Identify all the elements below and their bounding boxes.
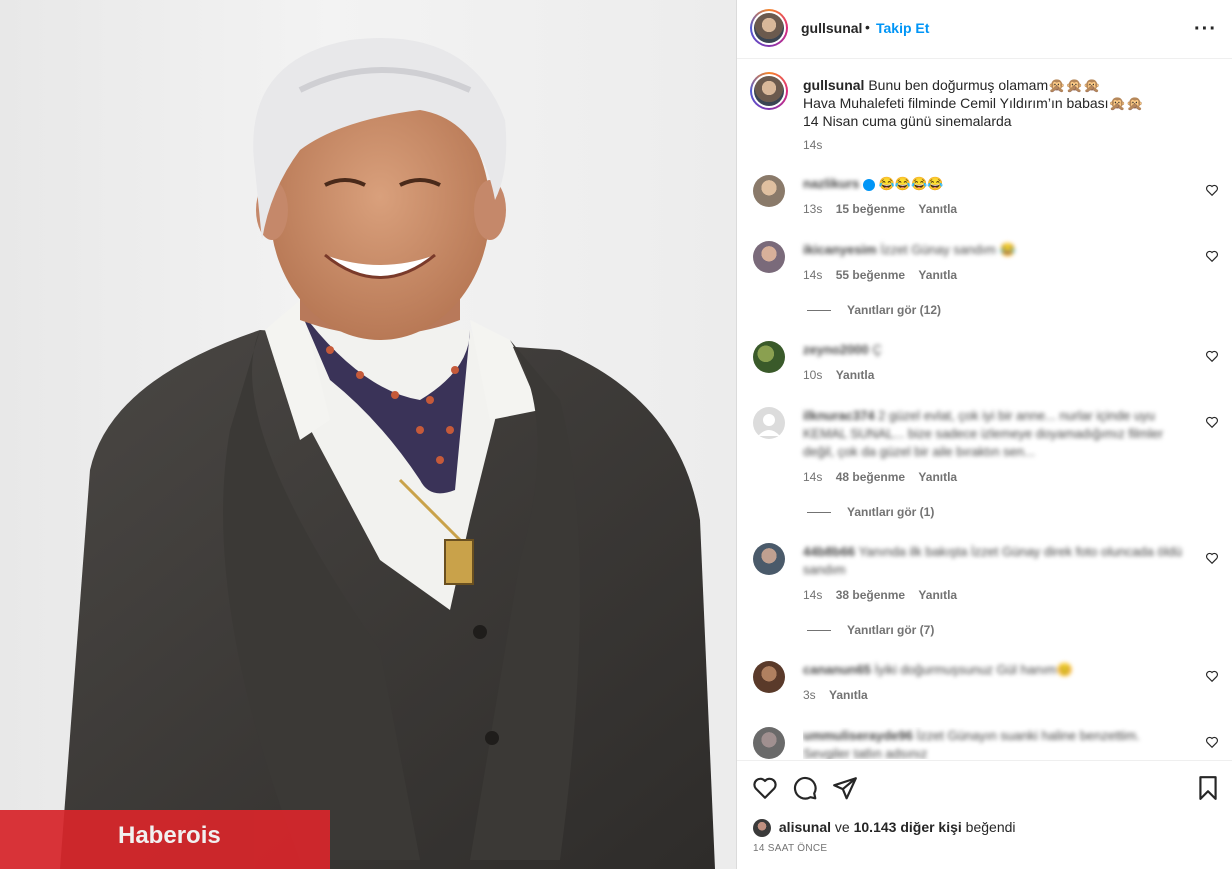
comment-avatar[interactable] xyxy=(753,241,785,273)
author-username[interactable]: gullsunal xyxy=(801,20,862,36)
comment-likes[interactable]: 48 beğenme xyxy=(836,470,905,484)
liker-avatar[interactable] xyxy=(753,819,771,838)
comment-username[interactable]: cananun65 xyxy=(803,662,871,677)
comment-like-heart-icon[interactable] xyxy=(1205,551,1219,565)
comment-time: 14s xyxy=(803,588,823,602)
comment-time: 13s xyxy=(803,202,823,216)
post-header: gullsunal • Takip Et ··· xyxy=(737,0,1232,59)
comment-item: ikicanyesim İzzet Günay sandım 😂 xyxy=(803,241,1183,259)
follow-button[interactable]: Takip Et xyxy=(876,20,929,36)
reply-button[interactable]: Yanıtla xyxy=(918,268,957,282)
comment-username[interactable]: ummuliserayde96 xyxy=(803,728,913,743)
comment-meta: 3s Yanıtla xyxy=(803,688,868,702)
liked-by-summary: alisunal ve 10.143 diğer kişi beğendi xyxy=(753,819,1016,838)
comment-text: İyiki doğurmuşsunuz Gül hanım😊 xyxy=(874,662,1073,677)
comment-meta: 14s 38 beğenme Yanıtla xyxy=(803,588,957,602)
post-photo xyxy=(0,0,736,869)
comment-avatar[interactable] xyxy=(753,175,785,207)
caption-line-1: Bunu ben doğurmuş olamam🙊🙊🙊 xyxy=(868,77,1101,93)
comment-avatar[interactable] xyxy=(753,727,785,759)
like-heart-icon[interactable] xyxy=(752,775,778,801)
header-separator: • xyxy=(865,19,870,35)
comment-username[interactable]: ilknurac374 xyxy=(803,408,875,423)
save-bookmark-icon[interactable] xyxy=(1195,775,1221,801)
comment-like-heart-icon[interactable] xyxy=(1205,415,1219,429)
comment-username[interactable]: nazlikurs xyxy=(803,176,859,191)
comment-item: ilknurac374 2 güzel evlat, çok iyi bir a… xyxy=(803,407,1183,461)
caption-time: 14s xyxy=(803,138,823,152)
caption-line-3: 14 Nisan cuma günü sinemalarda xyxy=(803,113,1012,129)
comment-time: 10s xyxy=(803,368,823,382)
comment-time: 14s xyxy=(803,268,823,282)
post-time-ago: 14 SAAT ÖNCE xyxy=(753,843,828,854)
more-options-icon[interactable]: ··· xyxy=(1194,18,1217,41)
default-avatar-icon[interactable] xyxy=(753,407,785,439)
caption-line-2: Hava Muhalefeti filminde Cemil Yıldırım’… xyxy=(803,95,1144,111)
comment-time: 14s xyxy=(803,470,823,484)
comment-item: ummuliserayde96 İzzet Günayın suanki hal… xyxy=(803,727,1183,759)
comment-text: Ç xyxy=(872,342,882,357)
likes-suffix: beğendi xyxy=(961,819,1016,835)
comment-like-heart-icon[interactable] xyxy=(1205,669,1219,683)
comment-like-heart-icon[interactable] xyxy=(1205,183,1219,197)
liker-username[interactable]: alisunal xyxy=(779,819,831,835)
man-portrait-image xyxy=(60,37,715,869)
comment-meta: 14s 55 beğenme Yanıtla xyxy=(803,268,957,282)
comment-avatar[interactable] xyxy=(753,341,785,373)
verified-badge-icon xyxy=(862,178,875,191)
post-caption: gullsunal Bunu ben doğurmuş olamam🙊🙊🙊 Ha… xyxy=(803,76,1213,130)
author-avatar[interactable] xyxy=(750,9,788,47)
reply-button[interactable]: Yanıtla xyxy=(918,202,957,216)
comment-text: İzzet Günay sandım 😂 xyxy=(880,242,1016,257)
comment-meta: 13s 15 beğenme Yanıtla xyxy=(803,202,957,216)
comment-meta: 10s Yanıtla xyxy=(803,368,874,382)
caption-author-username[interactable]: gullsunal xyxy=(803,77,864,93)
comment-likes[interactable]: 15 beğenme xyxy=(836,202,905,216)
view-replies-button[interactable]: Yanıtları gör (7) xyxy=(807,623,934,637)
comment-likes[interactable]: 38 beğenme xyxy=(836,588,905,602)
view-replies-button[interactable]: Yanıtları gör (12) xyxy=(807,303,941,317)
comment-text: Yanında ilk bakışta İzzet Günay direk fo… xyxy=(803,544,1182,577)
reply-button[interactable]: Yanıtla xyxy=(829,688,868,702)
comment-username[interactable]: 44b8b66 xyxy=(803,544,855,559)
comment-likes[interactable]: 55 beğenme xyxy=(836,268,905,282)
post-side-panel: gullsunal • Takip Et ··· gullsunal Bunu … xyxy=(736,0,1232,870)
reply-button[interactable]: Yanıtla xyxy=(918,588,957,602)
comment-meta: 14s 48 beğenme Yanıtla xyxy=(803,470,957,484)
likes-count[interactable]: 10.143 diğer kişi xyxy=(854,819,962,835)
comment-time: 3s xyxy=(803,688,816,702)
comment-text: 😂😂😂😂 xyxy=(878,176,944,191)
comment-username[interactable]: ikicanyesim xyxy=(803,242,877,257)
reply-button[interactable]: Yanıtla xyxy=(836,368,875,382)
likes-middle: ve xyxy=(831,819,854,835)
reply-button[interactable]: Yanıtla xyxy=(918,470,957,484)
share-icon[interactable] xyxy=(832,775,858,801)
comment-item: 44b8b66 Yanında ilk bakışta İzzet Günay … xyxy=(803,543,1183,579)
comment-icon[interactable] xyxy=(792,775,818,801)
view-replies-label: Yanıtları gör (7) xyxy=(847,623,935,637)
view-replies-label: Yanıtları gör (1) xyxy=(847,505,935,519)
comment-username[interactable]: zeyno2000 xyxy=(803,342,869,357)
comment-item: nazlikurs 😂😂😂😂 xyxy=(803,175,1183,193)
comment-avatar[interactable] xyxy=(753,543,785,575)
view-replies-label: Yanıtları gör (12) xyxy=(847,303,942,317)
comment-like-heart-icon[interactable] xyxy=(1205,349,1219,363)
view-replies-button[interactable]: Yanıtları gör (1) xyxy=(807,505,934,519)
comment-like-heart-icon[interactable] xyxy=(1205,735,1219,749)
comment-avatar[interactable] xyxy=(753,661,785,693)
post-actions: alisunal ve 10.143 diğer kişi beğendi 14… xyxy=(737,760,1232,870)
comment-like-heart-icon[interactable] xyxy=(1205,249,1219,263)
comment-item: zeyno2000 Ç xyxy=(803,341,1183,359)
watermark-banner: Haberois xyxy=(0,810,330,869)
comment-item: cananun65 İyiki doğurmuşsunuz Gül hanım😊 xyxy=(803,661,1183,679)
watermark-text: Haberois xyxy=(118,822,221,849)
caption-author-avatar[interactable] xyxy=(750,72,788,110)
